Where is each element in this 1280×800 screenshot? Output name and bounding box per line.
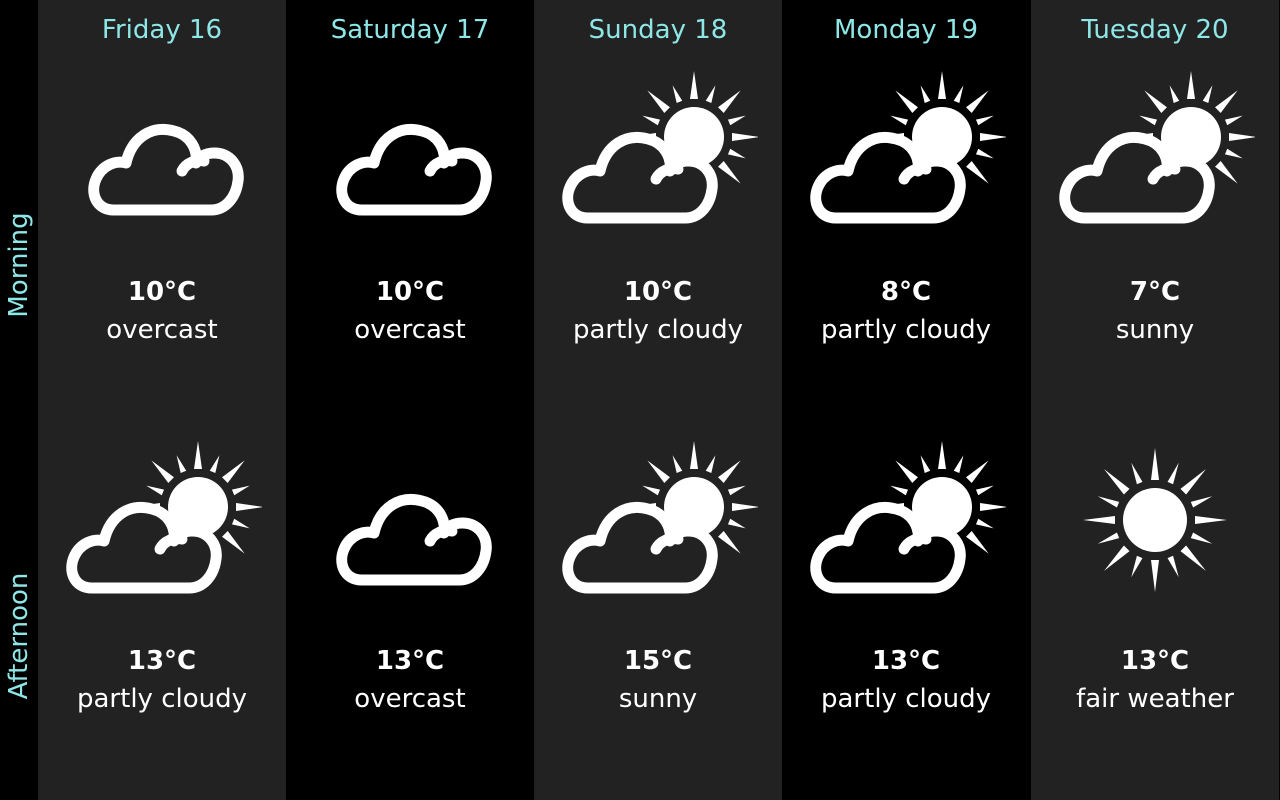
partly-cloudy-icon bbox=[562, 71, 758, 224]
period-sidebar: Morning Afternoon bbox=[0, 0, 38, 800]
morning-icon-slot bbox=[38, 65, 286, 235]
morning-condition: overcast bbox=[106, 315, 218, 345]
afternoon-condition: fair weather bbox=[1076, 684, 1234, 714]
day-title: Monday 19 bbox=[834, 15, 978, 45]
cloud-icon bbox=[336, 494, 492, 586]
morning-temperature: 8°C bbox=[880, 277, 932, 307]
afternoon-icon-slot bbox=[38, 435, 286, 605]
day-title: Tuesday 20 bbox=[1081, 15, 1229, 45]
day-column[interactable]: Tuesday 20 7°C sunny 13°C fair weather bbox=[1031, 0, 1279, 800]
partly-cloudy-icon bbox=[810, 71, 1006, 224]
day-column[interactable]: Monday 19 8°C partly cloudy 13°C partly … bbox=[782, 0, 1030, 800]
cloud-icon bbox=[336, 124, 492, 216]
afternoon-temperature: 13°C bbox=[871, 646, 941, 676]
morning-temperature: 10°C bbox=[623, 277, 693, 307]
morning-temperature: 7°C bbox=[1129, 277, 1181, 307]
day-column[interactable]: Sunday 18 10°C partly cloudy 15°C sunny bbox=[534, 0, 782, 800]
afternoon-icon-slot bbox=[534, 435, 782, 605]
period-label-afternoon: Afternoon bbox=[4, 572, 34, 700]
afternoon-temperature: 15°C bbox=[623, 646, 693, 676]
day-column[interactable]: Saturday 17 10°C overcast 13°C overcast bbox=[286, 0, 534, 800]
afternoon-icon-slot bbox=[286, 435, 534, 605]
partly-cloudy-icon bbox=[810, 441, 1006, 594]
afternoon-icon-slot bbox=[1031, 435, 1279, 605]
afternoon-condition: partly cloudy bbox=[77, 684, 247, 714]
morning-icon-slot bbox=[1031, 65, 1279, 235]
afternoon-condition: overcast bbox=[354, 684, 466, 714]
cloud-icon bbox=[88, 124, 244, 216]
period-label-morning: Morning bbox=[4, 212, 34, 318]
morning-temperature: 10°C bbox=[375, 277, 445, 307]
morning-temperature: 10°C bbox=[127, 277, 197, 307]
morning-condition: partly cloudy bbox=[573, 315, 743, 345]
afternoon-condition: sunny bbox=[618, 684, 698, 714]
day-title: Saturday 17 bbox=[330, 15, 490, 45]
morning-icon-slot bbox=[782, 65, 1030, 235]
morning-icon-slot bbox=[286, 65, 534, 235]
morning-condition: partly cloudy bbox=[821, 315, 991, 345]
afternoon-temperature: 13°C bbox=[127, 646, 197, 676]
day-title: Sunday 18 bbox=[588, 15, 728, 45]
morning-icon-slot bbox=[534, 65, 782, 235]
afternoon-condition: partly cloudy bbox=[821, 684, 991, 714]
afternoon-temperature: 13°C bbox=[1120, 646, 1190, 676]
afternoon-temperature: 13°C bbox=[375, 646, 445, 676]
partly-cloudy-icon bbox=[1059, 71, 1255, 224]
day-title: Friday 16 bbox=[101, 15, 223, 45]
morning-condition: overcast bbox=[354, 315, 466, 345]
partly-cloudy-icon bbox=[66, 441, 262, 594]
morning-condition: sunny bbox=[1115, 315, 1195, 345]
day-column[interactable]: Friday 16 10°C overcast 13°C partly clou… bbox=[38, 0, 286, 800]
sun-icon bbox=[1083, 448, 1227, 592]
partly-cloudy-icon bbox=[562, 441, 758, 594]
afternoon-icon-slot bbox=[782, 435, 1030, 605]
